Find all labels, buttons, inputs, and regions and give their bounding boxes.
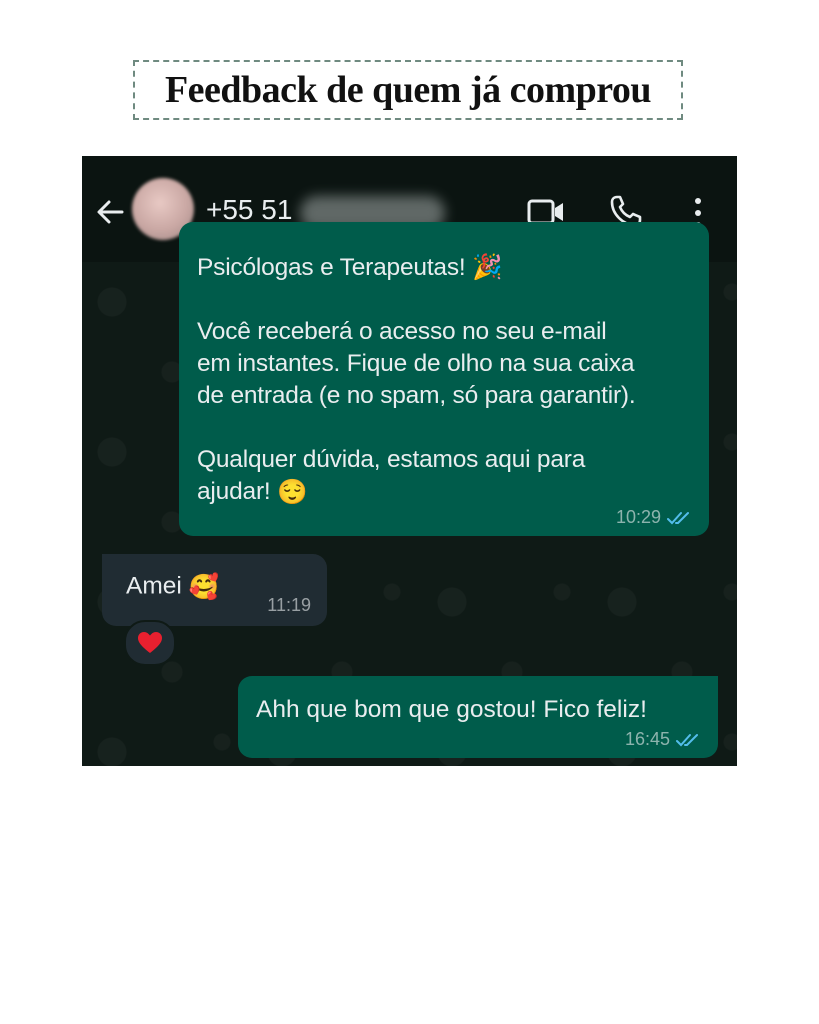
message-text-wrap: Amei 🥰 [126,572,219,602]
message-time: 16:45 [624,729,670,749]
read-ticks-icon [676,733,698,746]
relieved-face-emoji: 😌 [277,478,308,506]
whatsapp-screenshot: +55 51 Psicólogas e Terapeutas! 🎉 Você r… [82,156,737,766]
message-line: de entrada (e no spam, só para garantir)… [197,382,636,409]
read-ticks-icon [667,511,689,524]
message-line: ajudar! 😌 [197,476,691,509]
heart-icon [138,632,162,653]
message-text: Ahh que bom que gostou! Fico feliz! [256,696,647,723]
message-incoming[interactable]: Amei 🥰 11:19 [102,554,327,626]
message-meta: 10:29 [616,507,693,528]
message-meta: 16:45 [625,729,702,750]
title-box: Feedback de quem já comprou [133,60,683,120]
message-text: ajudar! [197,478,271,505]
message-time: 11:19 [267,595,311,615]
message-text: Amei [126,572,182,600]
smiling-hearts-emoji: 🥰 [188,574,220,601]
message-line: Você receberá o acesso no seu e-mail [197,318,607,345]
message-meta: 11:19 [267,595,311,616]
back-arrow-icon[interactable] [94,196,126,228]
message-outgoing[interactable]: Ahh que bom que gostou! Fico feliz! 16:4… [238,676,718,758]
message-time: 10:29 [615,507,661,527]
message-line: Psicólogas e Terapeutas! 🎉 [197,254,503,281]
heart-reaction[interactable] [124,620,176,666]
message-outgoing[interactable]: Psicólogas e Terapeutas! 🎉 Você receberá… [179,222,709,536]
message-line: Qualquer dúvida, estamos aqui para [197,446,586,473]
chat-area: Psicólogas e Terapeutas! 🎉 Você receberá… [82,222,737,766]
message-line: em instantes. Fique de olho na sua caixa [197,350,635,377]
page-title: Feedback de quem já comprou [164,69,652,111]
